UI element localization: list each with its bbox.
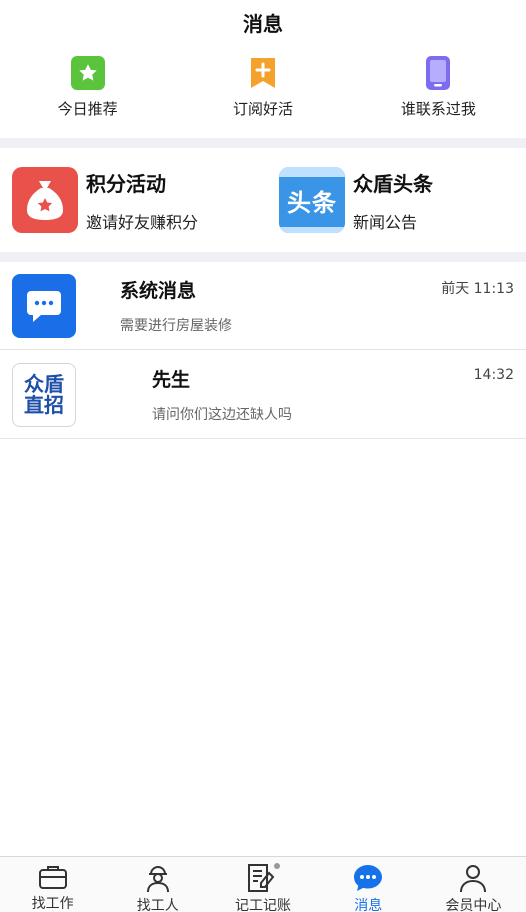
feature-title: 众盾头条 bbox=[353, 171, 433, 196]
phone-icon bbox=[421, 56, 455, 90]
company-logo: 众盾 直招 bbox=[12, 363, 76, 427]
quick-item-recommend[interactable]: 今日推荐 bbox=[0, 56, 175, 132]
message-preview: 请问你们这边还缺人吗 bbox=[152, 407, 292, 423]
nav-item-messages[interactable]: 消息 bbox=[316, 857, 421, 912]
nav-item-member-center[interactable]: 会员中心 bbox=[421, 857, 526, 912]
bottom-nav: 找工作 找工人 记工记账 消息 会员中心 bbox=[0, 856, 526, 912]
messages-page: 消息 今日推荐 订阅好活 谁联系过我 积分活动 邀请好友赚积分 头条 众盾头条 … bbox=[0, 0, 526, 912]
nav-label: 找工人 bbox=[136, 898, 179, 912]
money-bag-icon bbox=[12, 167, 78, 233]
feature-points-activity[interactable]: 积分活动 邀请好友赚积分 bbox=[0, 152, 259, 248]
message-preview: 需要进行房屋装修 bbox=[120, 318, 232, 334]
feature-subtitle: 邀请好友赚积分 bbox=[86, 212, 199, 232]
quick-actions: 今日推荐 订阅好活 谁联系过我 bbox=[0, 56, 526, 132]
headline-icon: 头条 bbox=[279, 167, 345, 233]
feature-headlines[interactable]: 头条 众盾头条 新闻公告 bbox=[259, 152, 526, 248]
quick-item-subscribe[interactable]: 订阅好活 bbox=[175, 56, 350, 132]
nav-item-find-job[interactable]: 找工作 bbox=[0, 857, 105, 912]
user-icon bbox=[456, 863, 490, 893]
star-icon bbox=[70, 56, 105, 90]
feature-title: 积分活动 bbox=[86, 171, 166, 196]
nav-label: 记工记账 bbox=[235, 898, 291, 912]
message-sender: 先生 bbox=[152, 369, 191, 391]
feature-row: 积分活动 邀请好友赚积分 头条 众盾头条 新闻公告 bbox=[0, 152, 526, 248]
message-time: 前天 11:13 bbox=[441, 281, 514, 297]
nav-item-find-worker[interactable]: 找工人 bbox=[105, 857, 210, 912]
page-title: 消息 bbox=[243, 11, 283, 36]
bookmark-plus-icon bbox=[246, 56, 280, 90]
nav-label: 会员中心 bbox=[445, 898, 502, 912]
list-item-system-message[interactable]: 系统消息 需要进行房屋装修 前天 11:13 bbox=[0, 262, 526, 350]
message-sender: 系统消息 bbox=[120, 280, 197, 302]
chat-bubble-icon bbox=[12, 274, 76, 338]
headline-icon-text: 头条 bbox=[287, 189, 337, 217]
note-pen-icon bbox=[246, 863, 280, 893]
nav-item-bookkeeping[interactable]: 记工记账 bbox=[210, 857, 315, 912]
nav-label: 找工作 bbox=[31, 896, 74, 912]
briefcase-icon bbox=[36, 863, 70, 891]
header: 消息 bbox=[0, 0, 526, 44]
quick-label: 谁联系过我 bbox=[400, 100, 476, 118]
message-time: 14:32 bbox=[473, 367, 514, 383]
quick-item-contacted[interactable]: 谁联系过我 bbox=[351, 56, 526, 132]
list-item-message[interactable]: 众盾 直招 先生 请问你们这边还缺人吗 14:32 bbox=[0, 351, 526, 439]
nav-label: 消息 bbox=[354, 898, 383, 912]
worker-icon bbox=[141, 863, 175, 893]
message-icon bbox=[351, 863, 385, 893]
logo-line-1: 众盾 bbox=[24, 372, 64, 396]
section-divider bbox=[0, 138, 526, 148]
feature-subtitle: 新闻公告 bbox=[353, 212, 418, 232]
quick-label: 订阅好活 bbox=[232, 100, 293, 118]
logo-line-2: 直招 bbox=[24, 393, 64, 417]
section-divider bbox=[0, 252, 526, 262]
quick-label: 今日推荐 bbox=[57, 100, 118, 118]
